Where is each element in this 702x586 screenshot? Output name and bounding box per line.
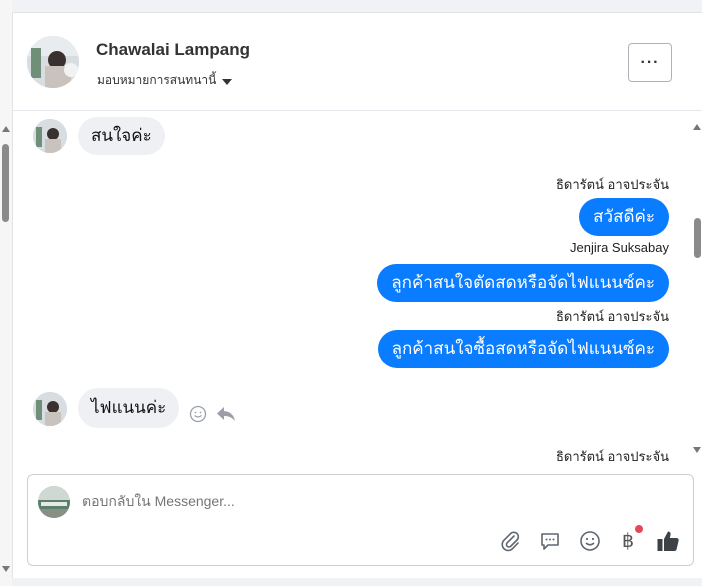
attachment-icon[interactable] — [498, 529, 522, 553]
contact-name[interactable]: Chawalai Lampang — [96, 40, 250, 60]
scroll-down-icon[interactable] — [693, 447, 701, 453]
contact-avatar-small — [33, 392, 67, 426]
incoming-message[interactable]: ไฟแนนค่ะ — [78, 388, 180, 428]
outgoing-message[interactable]: ลูกค้าสนใจตัดสดหรือจัดไฟแนนซ์คะ — [377, 264, 669, 302]
message-sender: ธิดารัตน์ อาจประจัน — [555, 177, 669, 192]
contact-avatar-small — [33, 119, 67, 153]
notification-dot — [635, 525, 643, 533]
conversation-panel: Chawalai Lampang มอบหมายการสนทนานี้ ··· … — [12, 12, 702, 578]
more-icon: ··· — [640, 53, 660, 71]
messenger-page: Chawalai Lampang มอบหมายการสนทนานี้ ··· … — [0, 0, 702, 586]
page-avatar — [38, 486, 70, 518]
caret-down-icon — [222, 78, 233, 85]
saved-reply-icon[interactable] — [538, 529, 562, 553]
like-icon[interactable] — [656, 529, 680, 553]
incoming-message[interactable]: สนใจค่ะ — [78, 117, 165, 155]
message-composer: ฿ — [27, 474, 694, 566]
page-scrollbar[interactable] — [0, 0, 12, 586]
message-list[interactable]: สนใจค่ะ ธิดารัตน์ อาจประจัน สวัสดีค่ะ Je… — [13, 112, 702, 467]
emoji-icon[interactable] — [578, 529, 602, 553]
scroll-thumb[interactable] — [2, 144, 9, 222]
reply-icon[interactable] — [215, 405, 237, 423]
message-sender: ธิดารัตน์ อาจประจัน — [555, 449, 669, 464]
more-options-button[interactable]: ··· — [628, 43, 672, 82]
message-sender: Jenjira Suksabay — [570, 240, 669, 255]
baht-symbol: ฿ — [621, 530, 635, 552]
outgoing-message[interactable]: สวัสดีค่ะ — [579, 198, 669, 236]
message-scrollbar[interactable] — [691, 112, 702, 467]
assign-label: มอบหมายการสนทนานี้ — [97, 73, 217, 87]
emoji-reaction-icon[interactable] — [189, 405, 207, 423]
scroll-up-icon[interactable] — [693, 124, 701, 130]
message-sender: ธิดารัตน์ อาจประจัน — [555, 309, 669, 324]
scroll-down-icon[interactable] — [2, 566, 10, 572]
contact-avatar[interactable] — [27, 36, 79, 88]
reply-input[interactable] — [82, 493, 642, 509]
scroll-up-icon[interactable] — [2, 126, 10, 132]
scroll-thumb[interactable] — [694, 218, 701, 258]
outgoing-message[interactable]: ลูกค้าสนใจซื้อสดหรือจัดไฟแนนซ์คะ — [377, 330, 669, 368]
conversation-header: Chawalai Lampang มอบหมายการสนทนานี้ ··· — [13, 13, 702, 111]
assign-conversation-dropdown[interactable]: มอบหมายการสนทนานี้ — [97, 71, 233, 90]
